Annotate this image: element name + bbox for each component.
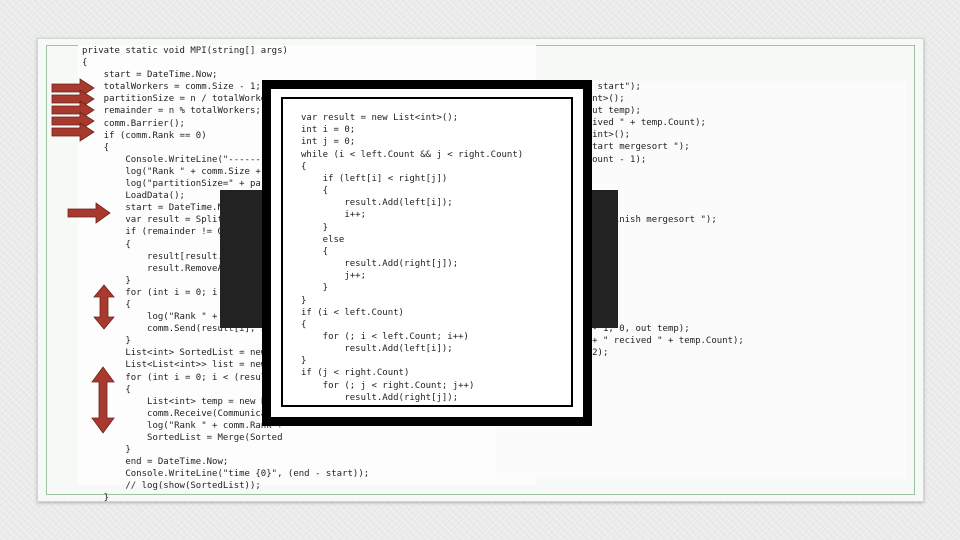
- code-line: {: [82, 58, 88, 69]
- code-line: {: [301, 319, 307, 330]
- code-line: }: [82, 493, 110, 504]
- code-line: var result = new List<int>();: [301, 113, 459, 124]
- code-line: private static void MPI(string[] args): [82, 46, 288, 56]
- double-vertical-arrow-icon: [91, 366, 115, 434]
- overlay-border: var result = new List<int>(); int i = 0; i…: [268, 86, 586, 420]
- code-line: int i = 0;: [301, 125, 356, 136]
- code-line: result.Add(right[j]);: [301, 259, 459, 270]
- code-line: else: [301, 234, 345, 245]
- code-line: int j = 0;: [301, 137, 356, 148]
- code-line: {: [301, 186, 329, 197]
- merge-code-overlay: var result = new List<int>(); int i = 0; i…: [262, 80, 592, 426]
- code-line: }: [301, 283, 329, 294]
- code-line: j++;: [301, 271, 367, 282]
- right-arrow-icon: [51, 111, 95, 131]
- code-line: return result;: [301, 404, 571, 406]
- code-line: }: [301, 222, 329, 233]
- right-arrow-icon: [51, 78, 95, 98]
- code-line: end = DateTime.Now;: [82, 457, 229, 468]
- code-line: result.Add(left[i]);: [301, 344, 453, 355]
- merge-code-block: var result = new List<int>(); int i = 0; i…: [283, 99, 571, 406]
- code-line: for (; i < left.Count; i++): [301, 331, 469, 342]
- code-line: result.Add(left[i]);: [301, 198, 453, 209]
- code-line: if (i < left.Count): [301, 307, 404, 318]
- code-line: }: [301, 295, 307, 306]
- code-line: i++;: [301, 210, 367, 221]
- code-line: SortedList = Merge(Sorted: [82, 433, 283, 443]
- code-line: {: [301, 246, 329, 257]
- right-arrow-icon: [51, 89, 95, 109]
- code-line: result.Add(right[j]);: [301, 392, 459, 403]
- right-arrow-icon: [67, 202, 111, 224]
- double-vertical-arrow-icon: [93, 284, 115, 330]
- code-line: Console.WriteLine("time {0}", (end - sta…: [82, 469, 370, 480]
- code-line: if (j < right.Count): [301, 368, 410, 379]
- right-arrow-stack: [51, 78, 95, 142]
- right-arrow-icon: [51, 122, 95, 142]
- code-line: }: [301, 356, 307, 367]
- code-line: for (; j < right.Count; j++): [301, 380, 475, 391]
- code-line: // log(show(SortedList));: [82, 481, 261, 492]
- right-arrow-icon: [51, 100, 95, 120]
- overlay-code-panel: var result = new List<int>(); int i = 0; i…: [281, 97, 573, 407]
- code-line: while (i < left.Count && j < right.Count…: [301, 149, 524, 160]
- code-line: if (left[i] < right[j]): [301, 173, 448, 184]
- code-line: }: [82, 445, 131, 456]
- code-line: {: [301, 161, 307, 172]
